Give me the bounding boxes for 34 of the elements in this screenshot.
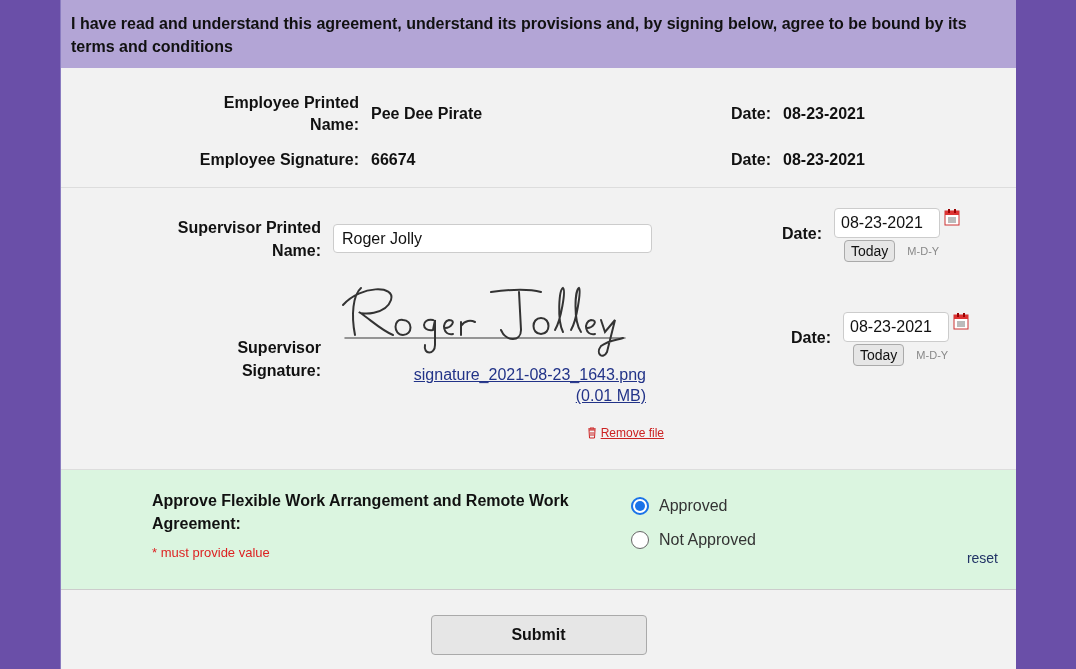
radio-option[interactable]: Not Approved [631,528,756,552]
date-label: Date: [790,328,831,348]
today-button[interactable]: Today [853,344,905,366]
field-label: Employee Signature: [198,150,359,170]
field-label: Employee Printed Name: [222,93,359,135]
calendar-icon[interactable] [953,312,969,330]
trash-icon [586,427,597,439]
date-value: 08-23-2021 [783,150,865,170]
reset-link[interactable]: reset [966,548,998,569]
date-field[interactable]: 08-23-2021 [834,208,940,238]
date-label: Date: [781,224,822,244]
agreement-banner: I have read and understand this agreement, understand its provisions and, by signing below, agree to be bound by its terms and conditions [61,0,1016,68]
remove-file-link[interactable]: Remove file [586,424,664,442]
radio-option[interactable]: Approved [631,494,756,518]
file-size-link[interactable]: (0.01 MB) [575,385,646,406]
radio-button[interactable] [631,531,649,549]
field-label: Supervisor Signature: [236,338,321,381]
name-input[interactable]: Roger Jolly [333,224,652,253]
field-value: 66674 [370,150,417,170]
date-label: Date: [731,150,771,170]
date-format-hint: M-D-Y [916,347,949,363]
required-note: * must provide value [152,544,271,562]
signature-file-link[interactable]: signature_2021-08-23_1643.png [413,364,646,385]
radio-button[interactable] [631,497,649,515]
calendar-icon[interactable] [944,208,960,226]
date-format-hint: M-D-Y [907,243,940,259]
date-label: Date: [731,104,771,124]
today-button[interactable]: Today [844,240,896,262]
date-field[interactable]: 08-23-2021 [843,312,949,342]
field-value: Pee Dee Pirate [370,104,484,124]
date-value: 08-23-2021 [783,104,865,124]
approval-label: Approve Flexible Work Arrangement and Remote Work Agreement: [152,491,570,534]
submit-button[interactable]: Submit [430,615,647,655]
field-label: Supervisor Printed Name: [176,218,321,261]
